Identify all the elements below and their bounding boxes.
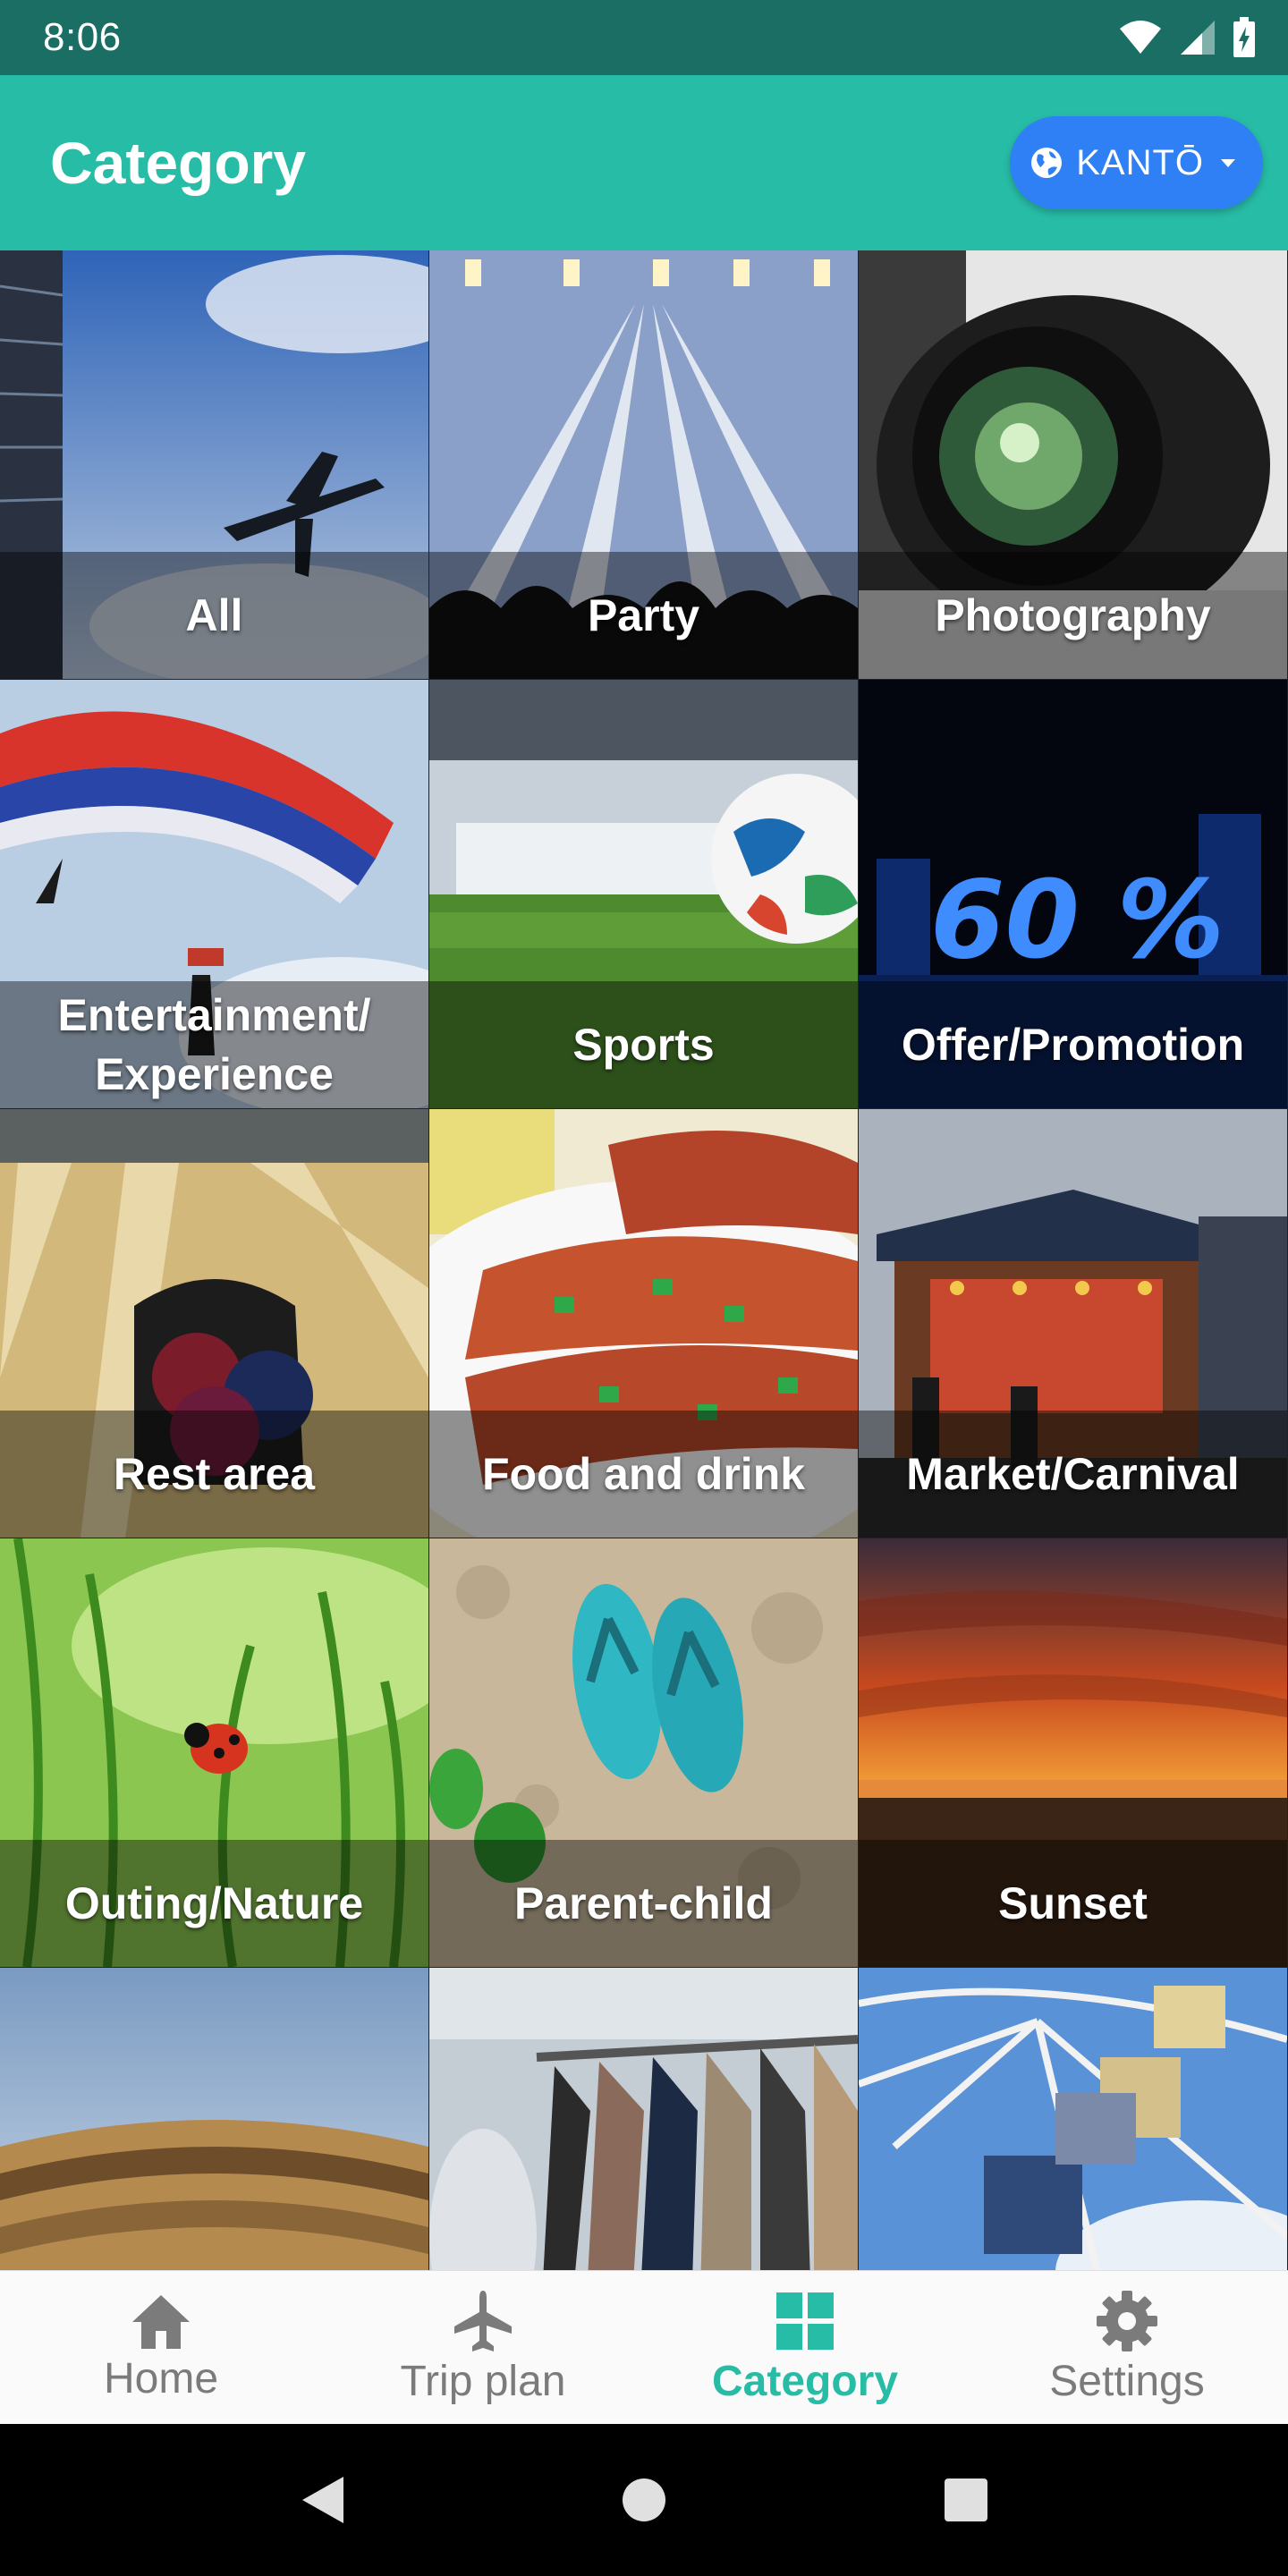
nav-item-category[interactable]: Category xyxy=(644,2271,966,2424)
category-tile-amusement[interactable] xyxy=(859,1968,1287,2270)
region-label: KANTŌ xyxy=(1076,142,1204,182)
nav-item-settings[interactable]: Settings xyxy=(966,2271,1288,2424)
building-facade-image xyxy=(0,1968,428,2270)
nav-label: Category xyxy=(711,2358,899,2405)
category-grid: All Party Photography Entertainment/ Exp… xyxy=(0,250,1288,2270)
back-icon xyxy=(302,2477,343,2523)
battery-icon xyxy=(1233,17,1255,57)
back-button[interactable] xyxy=(161,2473,483,2527)
status-time: 8:06 xyxy=(43,15,122,59)
recents-button[interactable] xyxy=(805,2477,1127,2523)
category-label: Outing/Nature xyxy=(0,1840,428,1967)
app-bar: Category KANTŌ xyxy=(0,75,1288,250)
discount-text: 60 % xyxy=(930,859,1224,983)
category-tile-offer-promotion[interactable]: 60 % Offer/Promotion xyxy=(859,680,1287,1108)
clothing-rack-image xyxy=(429,1968,858,2270)
category-tile-rest-area[interactable]: Rest area xyxy=(0,1109,428,1538)
system-navigation-bar xyxy=(0,2424,1288,2576)
category-label: Parent-child xyxy=(429,1840,858,1967)
category-label: Entertainment/ Experience xyxy=(0,981,428,1108)
category-tile-food-and-drink[interactable]: Food and drink xyxy=(429,1109,858,1538)
category-label: All xyxy=(0,552,428,679)
category-tile-outing-nature[interactable]: Outing/Nature xyxy=(0,1538,428,1967)
status-bar: 8:06 xyxy=(0,0,1288,75)
category-label: Offer/Promotion xyxy=(859,981,1287,1108)
square-recents-icon xyxy=(945,2479,987,2521)
airplane-icon xyxy=(454,2291,512,2351)
category-label: Market/Carnival xyxy=(859,1411,1287,1538)
status-icons xyxy=(1118,17,1256,58)
dropdown-arrow-icon xyxy=(1221,159,1235,167)
category-label: Photography xyxy=(859,552,1287,679)
ferris-wheel-image xyxy=(859,1968,1287,2270)
nav-label: Home xyxy=(103,2355,219,2402)
category-label: Party xyxy=(429,552,858,679)
grid-icon xyxy=(776,2292,834,2350)
category-tile-market-carnival[interactable]: Market/Carnival xyxy=(859,1109,1287,1538)
category-label: Rest area xyxy=(0,1411,428,1538)
category-label: Food and drink xyxy=(429,1411,858,1538)
home-icon xyxy=(132,2295,190,2349)
signal-icon xyxy=(1181,21,1215,55)
region-selector-button[interactable]: KANTŌ xyxy=(1010,116,1263,209)
nav-item-trip-plan[interactable]: Trip plan xyxy=(322,2271,644,2424)
bottom-navigation: Home Trip plan Category Settings xyxy=(0,2270,1288,2424)
page-title: Category xyxy=(50,130,307,196)
circle-home-icon xyxy=(623,2479,665,2521)
wifi-icon xyxy=(1120,21,1161,54)
category-tile-all[interactable]: All xyxy=(0,250,428,679)
category-tile-sports[interactable]: Sports xyxy=(429,680,858,1108)
category-tile-sunset[interactable]: Sunset xyxy=(859,1538,1287,1967)
category-tile-parent-child[interactable]: Parent-child xyxy=(429,1538,858,1967)
category-tile-architecture[interactable] xyxy=(0,1968,428,2270)
nav-item-home[interactable]: Home xyxy=(0,2271,322,2424)
category-tile-entertainment-experience[interactable]: Entertainment/ Experience xyxy=(0,680,428,1108)
category-tile-party[interactable]: Party xyxy=(429,250,858,679)
category-tile-shopping[interactable] xyxy=(429,1968,858,2270)
gear-icon xyxy=(1097,2291,1157,2351)
home-system-button[interactable] xyxy=(483,2477,805,2523)
nav-label: Trip plan xyxy=(400,2358,566,2405)
category-label: Sunset xyxy=(859,1840,1287,1967)
nav-label: Settings xyxy=(1049,2358,1205,2405)
category-tile-photography[interactable]: Photography xyxy=(859,250,1287,679)
globe-icon xyxy=(1031,148,1063,178)
category-label: Sports xyxy=(429,981,858,1108)
